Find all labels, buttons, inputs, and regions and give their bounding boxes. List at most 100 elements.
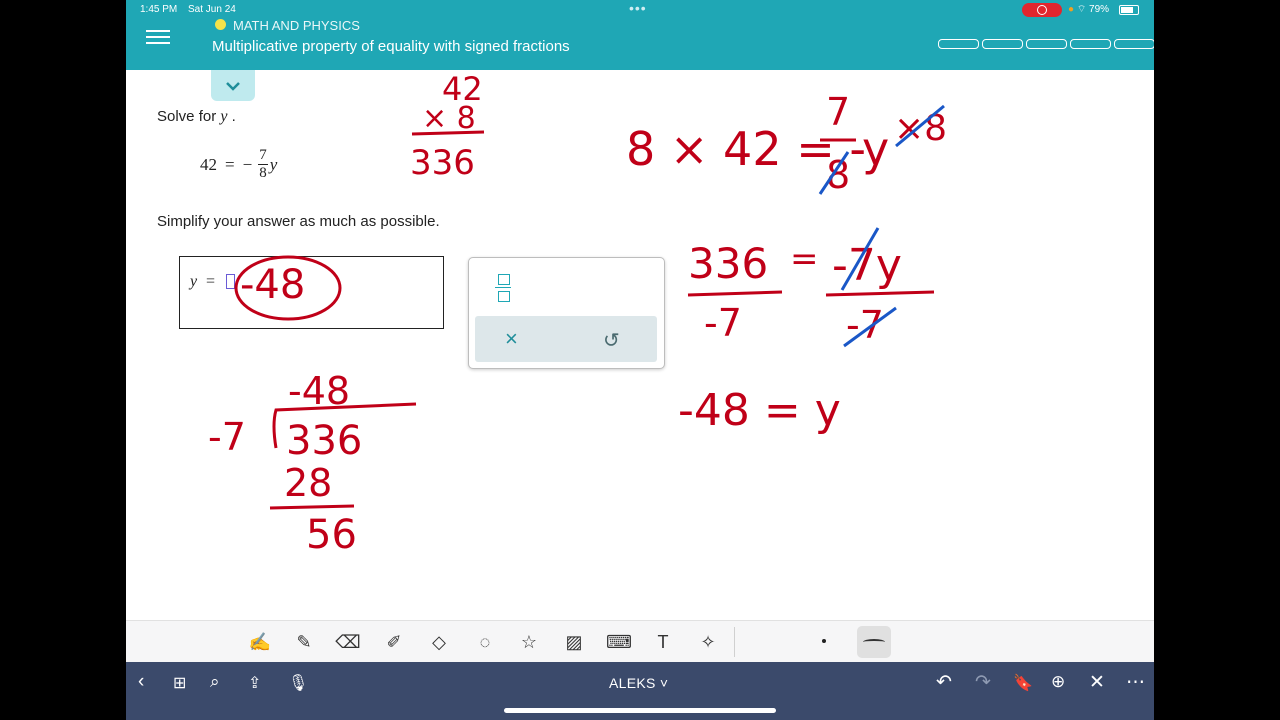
ink-eq2-den-cross [843, 306, 897, 348]
handwriting-search-icon[interactable]: ✍ [247, 630, 273, 654]
status-icons: ● ⌔ 79% [1068, 3, 1109, 16]
battery-percent: 79% [1089, 4, 1110, 15]
bottom-nav: ‹ ⊞ ⌕ ⇪ 🎙 ALEKS ˅ ↶ ↷ 🔖 ⊕ ✕ ⋯ [126, 662, 1154, 720]
answer-equals: = [206, 273, 216, 290]
ink-div-line [269, 504, 355, 510]
ink-eq2-left-num: 336 [688, 239, 768, 288]
ink-mult-result: 336 [410, 143, 475, 183]
ink-div-divisor: -7 [208, 415, 246, 459]
sticker-icon[interactable]: ☆ [516, 630, 542, 654]
ink-eq2-left-line [687, 290, 783, 297]
status-date: Sat Jun 24 [188, 4, 236, 15]
bookmark-icon[interactable]: 🔖 [1013, 673, 1033, 693]
back-icon[interactable]: ‹ [138, 671, 144, 693]
fraction-icon[interactable] [493, 272, 513, 302]
equation-variable: y [269, 154, 278, 174]
progress-segment [1070, 39, 1111, 49]
menu-icon[interactable] [146, 27, 170, 45]
orange-dot-icon: ● [1068, 4, 1075, 15]
ink-eq2-right-line [825, 290, 935, 297]
shapes-icon[interactable]: ◇ [426, 630, 452, 654]
ink-eq1-num: 7 [826, 90, 850, 134]
app-name[interactable]: ALEKS ˅ [609, 675, 668, 691]
lasso-icon[interactable]: ◌ [472, 630, 498, 654]
status-time: 1:45 PM [140, 4, 178, 15]
ink-eq1-var: y [862, 122, 889, 176]
solve-suffix: . [231, 108, 236, 125]
image-icon[interactable]: ▨ [561, 630, 587, 654]
microphone-icon[interactable]: 🎙 [288, 673, 308, 693]
progress-segment [1026, 39, 1067, 49]
solve-prefix: Solve for [157, 108, 217, 125]
progress-segment [1114, 39, 1154, 49]
collapse-button[interactable] [211, 70, 255, 101]
fraction-numerator: 7 [258, 147, 268, 165]
ink-eq2-right-den: -7 [846, 303, 884, 347]
subject-dot-icon [215, 19, 226, 30]
laser-pointer-icon[interactable]: ✧ [695, 630, 721, 654]
keypad-actions: × ↺ [475, 316, 657, 362]
ink-div-bracket [272, 402, 417, 449]
app-header: 1:45 PM Sat Jun 24 ••• ● ⌔ 79% MATH AND … [126, 0, 1154, 70]
ink-eq2-right-num: -7y [832, 240, 902, 291]
equation-lhs: 42 [200, 154, 217, 174]
undo-icon[interactable]: ↺ [603, 328, 620, 353]
ink-eq2-left-den: -7 [704, 301, 742, 345]
ink-mult-op: × 8 [422, 101, 476, 136]
search-icon[interactable]: ⌕ [210, 672, 220, 692]
problem-prompt: Solve for y . [157, 108, 236, 126]
grid-icon[interactable]: ⊞ [173, 673, 186, 693]
instruction-text: Simplify your answer as much as possible… [157, 213, 440, 230]
ink-eq2-num-cross [840, 227, 880, 291]
stroke-style-button[interactable] [857, 626, 891, 658]
wifi-icon: ⌔ [1076, 4, 1087, 15]
answer-variable: y [190, 273, 198, 290]
ink-div-rem: 56 [306, 512, 357, 558]
screen: 1:45 PM Sat Jun 24 ••• ● ⌔ 79% MATH AND … [126, 0, 1154, 720]
equation-sign: − [242, 154, 253, 174]
ink-mult-line [411, 130, 485, 136]
clear-button[interactable]: × [505, 326, 518, 352]
stroke-width-dot[interactable] [822, 639, 826, 643]
battery-icon [1119, 5, 1139, 15]
ink-div-dividend: 336 [286, 418, 362, 464]
ink-eq1-left: 8 × 42 = - [626, 122, 866, 176]
multitasking-dots-icon[interactable]: ••• [629, 0, 647, 16]
add-page-icon[interactable]: ⊕ [1051, 672, 1065, 692]
topic-title: Multiplicative property of equality with… [212, 38, 570, 55]
solve-variable: y [220, 108, 228, 125]
redo-icon[interactable]: ↷ [975, 671, 991, 694]
equation-equals: = [225, 154, 235, 174]
ink-eq2-eq: = [790, 239, 819, 279]
share-icon[interactable]: ⇪ [248, 673, 261, 693]
screen-recording-icon[interactable] [1022, 3, 1062, 17]
subject-label: MATH AND PHYSICS [233, 18, 360, 33]
ink-eq1-crossed: ×8 [894, 108, 947, 149]
close-icon[interactable]: ✕ [1089, 671, 1105, 694]
ink-eq1-den-cross [818, 151, 850, 195]
ink-mult-top: 42 [442, 70, 483, 108]
toolbar-divider [734, 627, 735, 657]
math-keypad: × ↺ [468, 257, 665, 369]
ink-eq1-den: 8 [826, 153, 850, 197]
ink-result: -48 = y [678, 385, 841, 436]
pencil-icon[interactable]: ✎ [291, 630, 317, 654]
highlighter-icon[interactable]: ✐ [381, 630, 407, 654]
ink-div-quotient: -48 [288, 369, 350, 413]
answer-cursor-slot[interactable] [226, 274, 235, 289]
progress-segment [938, 39, 979, 49]
keyboard-icon[interactable]: ⌨ [606, 630, 632, 654]
text-icon[interactable]: T [650, 630, 676, 654]
more-icon[interactable]: ⋯ [1126, 671, 1145, 694]
progress-segment [982, 39, 1023, 49]
equation: 42 = − 7 8 y [200, 147, 277, 182]
chevron-down-icon [226, 81, 240, 91]
ink-eq1-cross [895, 104, 945, 148]
eraser-icon[interactable]: ⌫ [335, 630, 361, 654]
answer-input[interactable]: y = [179, 256, 444, 329]
undo-icon[interactable]: ↶ [936, 671, 952, 694]
notes-toolbar: ✍ ✎ ⌫ ✐ ◇ ◌ ☆ ▨ ⌨ T ✧ [126, 620, 1154, 663]
equation-fraction: 7 8 [258, 147, 268, 182]
ink-div-sub: 28 [284, 461, 332, 505]
home-indicator[interactable] [504, 708, 776, 713]
